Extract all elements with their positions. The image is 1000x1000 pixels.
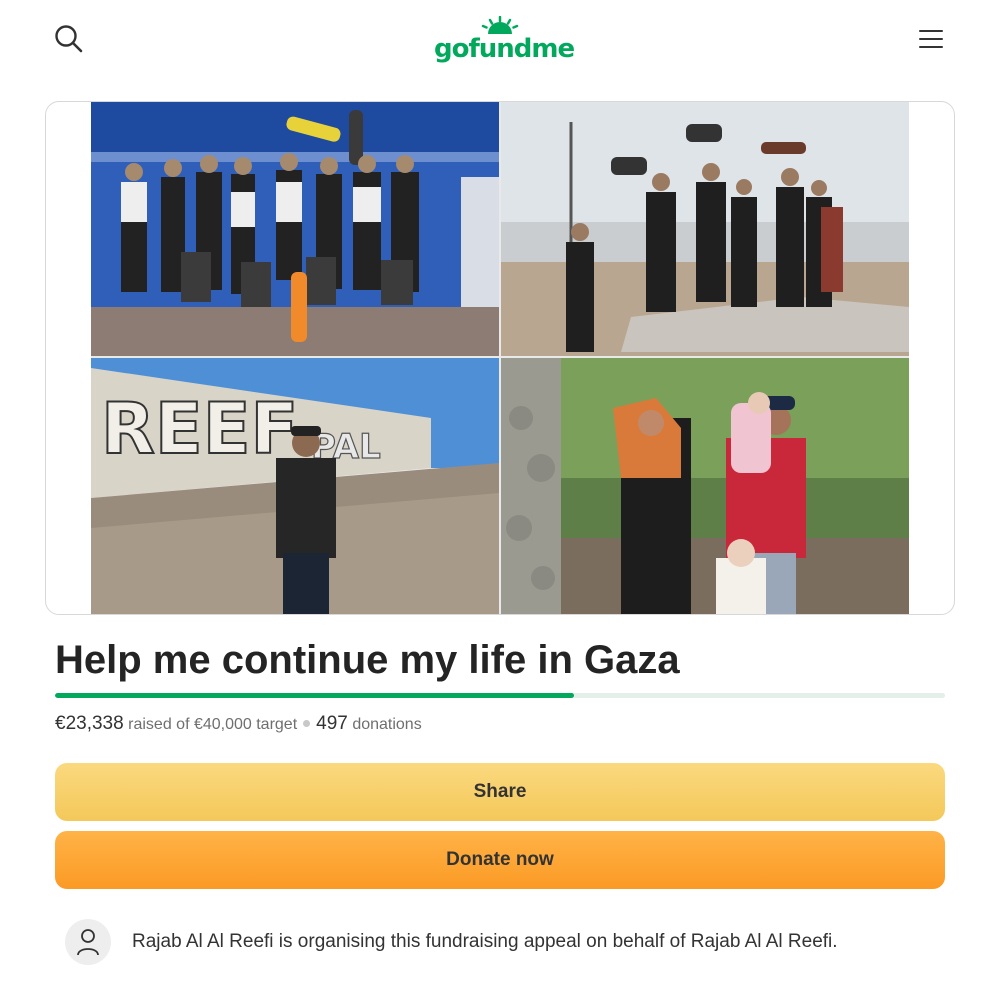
progress-bar [55,693,945,698]
gofundme-logo[interactable]: gofundme [434,16,575,66]
donations-label: donations [352,716,422,733]
organiser-text: Rajab Al Al Reefi is organising this fun… [132,931,838,952]
donations-count: 497 [316,713,348,734]
logo-text: gofundme [434,34,575,64]
raised-target-label: raised of €40,000 target [128,716,298,733]
funding-stats: €23,338 raised of €40,000 target 497 dona… [55,713,422,735]
search-icon[interactable] [52,22,86,56]
photo-man-graffiti-wall: REEF PAL [91,358,499,614]
photo-group-skaters-stage [91,102,499,356]
donate-now-button[interactable]: Donate now [55,831,945,889]
avatar [65,919,111,965]
share-button[interactable]: Share [55,763,945,821]
menu-icon[interactable] [917,27,945,51]
progress-bar-fill [55,693,574,698]
photo-family-garden [501,358,909,614]
top-header: gofundme [0,0,1000,80]
svg-text:REEF: REEF [101,388,298,470]
user-icon [77,929,99,956]
separator-dot [303,720,311,728]
logo-sun-icon [481,16,519,34]
organiser-info: Rajab Al Al Reefi is organising this fun… [65,919,945,967]
photo-skaters-on-ramp [501,102,909,356]
campaign-title: Help me continue my life in Gaza [55,638,680,682]
campaign-hero-card[interactable]: REEF PAL [45,101,955,615]
photo-collage: REEF PAL [91,102,909,614]
amount-raised: €23,338 [55,713,124,734]
